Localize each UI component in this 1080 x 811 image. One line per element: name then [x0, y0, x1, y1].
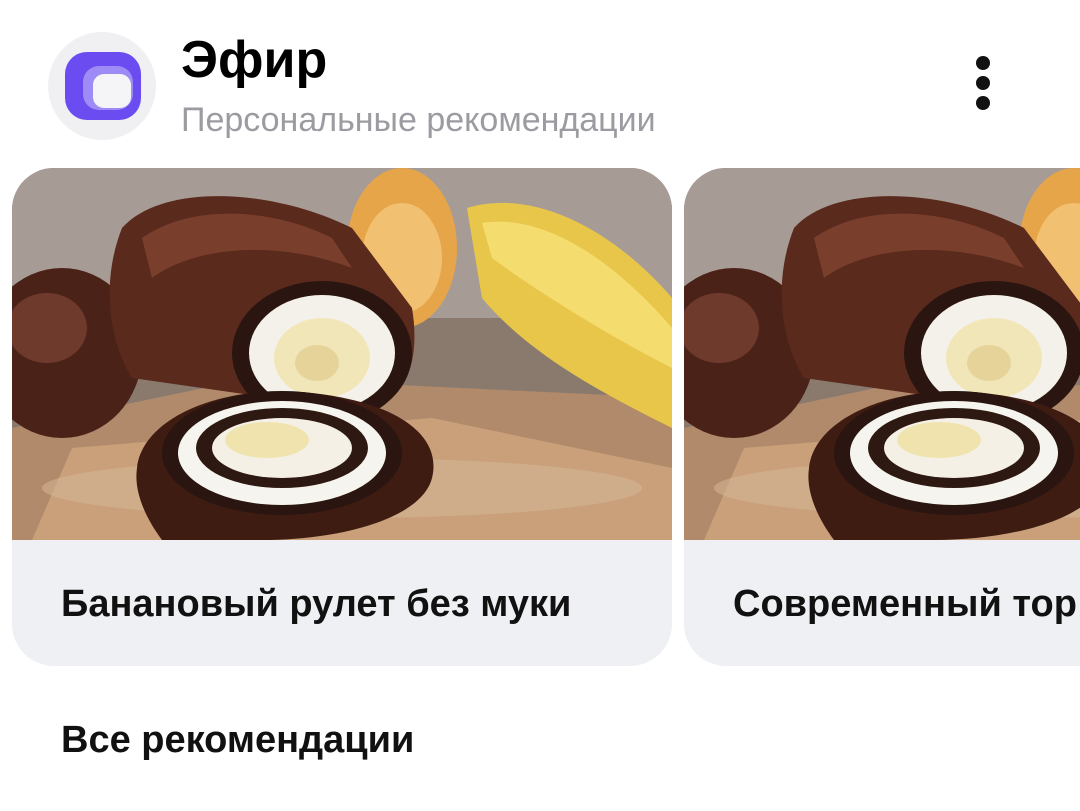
menu-dot [976, 96, 990, 110]
recommendation-card[interactable]: Банановый рулет без муки [12, 168, 672, 666]
card-title: Банановый рулет без муки [61, 583, 572, 625]
menu-dot [976, 76, 990, 90]
header: Эфир Персональные рекомендации [0, 0, 1080, 160]
efir-logo-icon[interactable] [48, 32, 156, 140]
card-image [12, 168, 672, 540]
card-title: Современный тор [733, 583, 1077, 625]
channel-title: Эфир [181, 31, 328, 89]
menu-dot [976, 56, 990, 70]
all-recommendations-link[interactable]: Все рекомендации [61, 716, 414, 764]
recommendation-card[interactable]: Современный тор [684, 168, 1080, 666]
card-image [684, 168, 1080, 540]
channel-subtitle: Персональные рекомендации [181, 101, 656, 139]
recommendations-carousel[interactable]: Банановый рулет без муки Современный тор [0, 168, 1080, 668]
more-vertical-icon[interactable] [960, 50, 1010, 120]
